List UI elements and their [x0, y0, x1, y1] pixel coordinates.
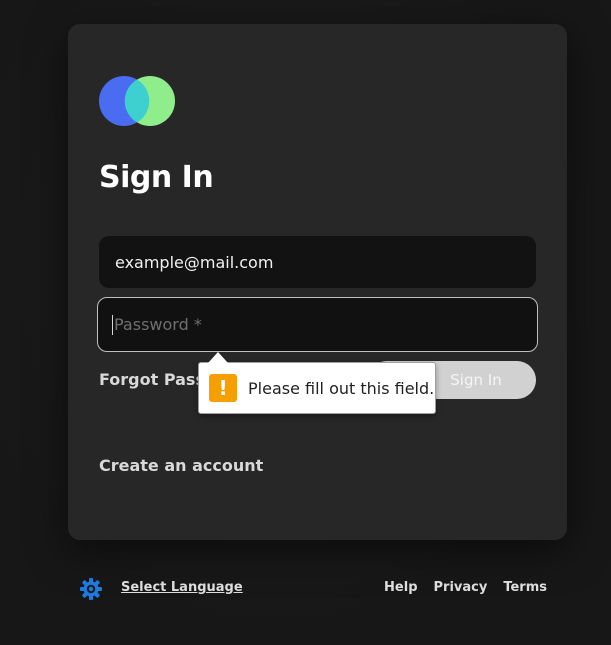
validation-message: Please fill out this field. [248, 378, 435, 398]
page-title: Sign In [99, 160, 214, 195]
terms-link[interactable]: Terms [503, 580, 547, 595]
email-field[interactable]: example@mail.com [99, 236, 536, 288]
validation-tooltip-arrow [208, 352, 228, 363]
footer-links: Help Privacy Terms [384, 580, 547, 595]
signin-card: Sign In example@mail.com Password * Forg… [68, 24, 567, 540]
password-field[interactable]: Password * [97, 297, 538, 352]
footer: Select Language Help Privacy Terms [0, 574, 611, 604]
privacy-link[interactable]: Privacy [434, 580, 488, 595]
validation-tooltip: ! Please fill out this field. [198, 362, 436, 414]
settings-gear-icon[interactable] [80, 578, 102, 600]
brand-logo-icon [99, 76, 175, 126]
email-value: example@mail.com [115, 252, 274, 272]
select-language-link[interactable]: Select Language [121, 580, 243, 595]
create-account-link[interactable]: Create an account [99, 456, 263, 475]
text-caret [112, 314, 113, 335]
warning-icon: ! [209, 374, 237, 402]
help-link[interactable]: Help [384, 580, 417, 595]
page: Sign In example@mail.com Password * Forg… [0, 0, 611, 645]
password-placeholder: Password * [114, 315, 202, 334]
